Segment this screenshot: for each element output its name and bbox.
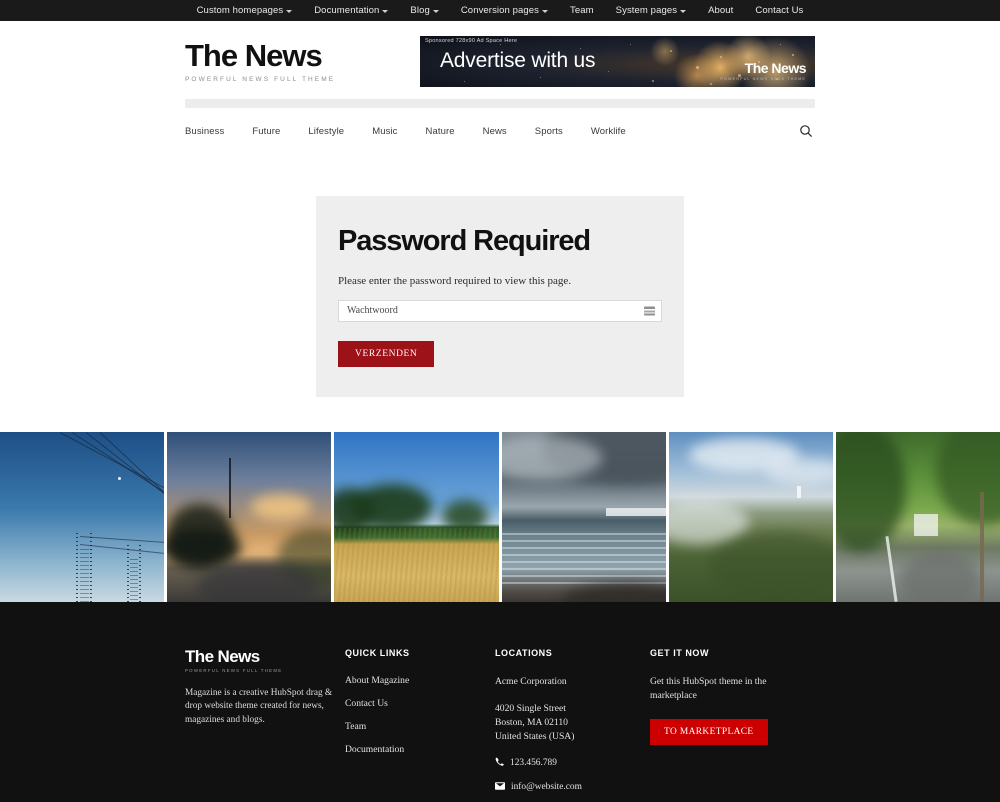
catnav-item-worklife[interactable]: Worklife <box>591 126 626 137</box>
catnav-item-news[interactable]: News <box>483 126 507 137</box>
get-it-now-heading: GET IT NOW <box>650 647 709 658</box>
topnav-item-contact-us[interactable]: Contact Us <box>755 5 803 16</box>
footer-brand-column: The News POWERFUL NEWS FULL THEME Magazi… <box>185 648 345 793</box>
photo-gallery-strip <box>0 431 1000 602</box>
email-address: info@website.com <box>511 782 582 793</box>
page-title: Password Required <box>338 225 591 257</box>
footer-link-team[interactable]: Team <box>345 721 495 732</box>
header-divider-strip <box>185 99 815 108</box>
site-footer: The News POWERFUL NEWS FULL THEME Magazi… <box>0 601 1000 802</box>
catnav-item-lifestyle[interactable]: Lifestyle <box>308 126 344 137</box>
site-logo-tagline: POWERFUL NEWS FULL THEME <box>185 76 336 83</box>
password-required-card: Password Required Please enter the passw… <box>316 196 684 397</box>
phone-icon <box>495 757 504 769</box>
chevron-down-icon <box>286 9 293 13</box>
footer-description: Magazine is a creative HubSpot drag & dr… <box>185 687 333 725</box>
ad-headline: Advertise with us <box>440 49 596 72</box>
phone-number: 123.456.789 <box>510 757 557 768</box>
top-nav: Custom homepages Documentation Blog Conv… <box>197 5 804 16</box>
topnav-label: Conversion pages <box>460 5 540 16</box>
catnav-item-nature[interactable]: Nature <box>426 126 455 137</box>
phone-row[interactable]: 123.456.789 <box>495 757 650 769</box>
footer-locations-column: LOCATIONS Acme Corporation 4020 Single S… <box>495 648 650 793</box>
company-address: 4020 Single Street Boston, MA 02110 Unit… <box>495 702 575 742</box>
site-header: The News POWERFUL NEWS FULL THEME Sponso… <box>0 21 1000 140</box>
footer-logo-tagline: POWERFUL NEWS FULL THEME <box>185 667 283 673</box>
footer-get-it-now-column: GET IT NOW Get this HubSpot theme in the… <box>650 648 815 793</box>
photo-country-road-sunset[interactable] <box>167 431 332 602</box>
footer-link-about-magazine[interactable]: About Magazine <box>345 675 495 686</box>
password-description: Please enter the password required to vi… <box>338 274 572 287</box>
photo-power-pylons-dusk-sky[interactable] <box>0 431 165 602</box>
topnav-item-blog[interactable]: Blog <box>410 5 439 16</box>
catnav-item-music[interactable]: Music <box>372 126 397 137</box>
ad-logo-tagline: POWERFUL NEWS SASS THEME <box>720 77 806 81</box>
footer-logo-title: The News <box>185 646 260 666</box>
company-name: Acme Corporation <box>495 675 567 687</box>
topnav-label: Contact Us <box>755 5 804 16</box>
topnav-item-custom-homepages[interactable]: Custom homepages <box>197 5 293 16</box>
topnav-item-documentation[interactable]: Documentation <box>314 5 389 16</box>
photo-coastal-cliff-lighthouse[interactable] <box>668 431 833 602</box>
topnav-label: System pages <box>615 5 678 16</box>
to-marketplace-button[interactable]: TO MARKETPLACE <box>650 718 768 745</box>
catnav-item-business[interactable]: Business <box>185 126 224 137</box>
topnav-item-conversion-pages[interactable]: Conversion pages <box>460 5 549 16</box>
footer-quick-links-column: QUICK LINKS About Magazine Contact Us Te… <box>345 648 495 793</box>
submit-button[interactable]: VERZENDEN <box>338 340 435 367</box>
topnav-label: About <box>708 5 734 16</box>
quick-links-heading: QUICK LINKS <box>345 647 410 658</box>
topnav-label: Blog <box>410 5 430 16</box>
envelope-icon <box>495 781 505 793</box>
top-utility-bar: Custom homepages Documentation Blog Conv… <box>0 0 1000 21</box>
chevron-down-icon <box>542 9 549 13</box>
site-logo-title: The News <box>185 38 323 73</box>
topnav-item-about[interactable]: About <box>708 5 733 16</box>
site-logo[interactable]: The News POWERFUL NEWS FULL THEME <box>185 40 335 83</box>
get-it-now-body: Get this HubSpot theme in the marketplac… <box>650 675 767 701</box>
email-row[interactable]: info@website.com <box>495 781 650 793</box>
chevron-down-icon <box>680 9 687 13</box>
main-content: Password Required Please enter the passw… <box>0 140 1000 397</box>
footer-link-contact-us[interactable]: Contact Us <box>345 698 495 709</box>
ad-sponsored-label: Sponsored 728x90 Ad Space Here <box>425 38 518 44</box>
topnav-item-team[interactable]: Team <box>570 5 594 16</box>
ad-logo: The News POWERFUL NEWS SASS THEME <box>720 61 806 81</box>
photo-tree-tunnel-road[interactable] <box>835 431 1000 602</box>
locations-heading: LOCATIONS <box>495 647 553 658</box>
photo-wheat-field-blue-sky[interactable] <box>334 431 499 602</box>
search-icon[interactable] <box>797 122 815 140</box>
topnav-label: Documentation <box>314 5 380 16</box>
catnav-item-future[interactable]: Future <box>252 126 280 137</box>
category-nav: Business Future Lifestyle Music Nature N… <box>185 108 815 140</box>
ad-logo-title: The News <box>744 60 807 76</box>
credit-card-autofill-icon[interactable] <box>644 306 655 316</box>
chevron-down-icon <box>432 9 439 13</box>
catnav-item-sports[interactable]: Sports <box>535 126 563 137</box>
chevron-down-icon <box>382 9 389 13</box>
topnav-item-system-pages[interactable]: System pages <box>615 5 687 16</box>
advertisement-banner[interactable]: Sponsored 728x90 Ad Space Here Advertise… <box>420 36 815 87</box>
password-input[interactable] <box>338 299 662 322</box>
photo-stormy-sea-clouds[interactable] <box>501 431 666 602</box>
topnav-label: Custom homepages <box>196 5 284 16</box>
topnav-label: Team <box>570 5 594 16</box>
footer-link-documentation[interactable]: Documentation <box>345 744 495 755</box>
